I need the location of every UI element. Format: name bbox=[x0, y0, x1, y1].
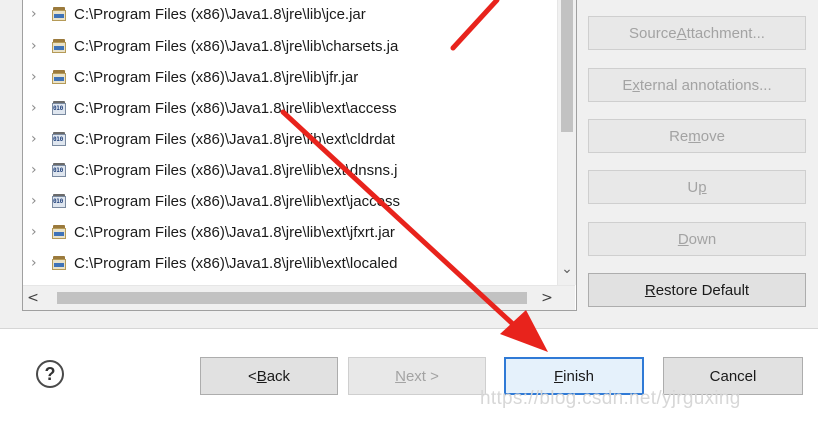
binary-jar-icon: 010 bbox=[51, 162, 67, 178]
chevron-right-icon[interactable]: › bbox=[31, 38, 51, 54]
jar-icon bbox=[51, 224, 67, 240]
external-annotations-button[interactable]: Ex ternal annotations... bbox=[588, 68, 806, 102]
tree-row-label: C:\Program Files (x86)\Java1.8\jre\lib\e… bbox=[74, 161, 398, 179]
tree-row[interactable]: › 010 C:\Program Files (x86)\Java1.8\jre… bbox=[23, 187, 556, 215]
mnemonic-letter: N bbox=[395, 367, 406, 385]
button-label-post: ext > bbox=[405, 367, 439, 385]
mnemonic-letter: R bbox=[644, 281, 656, 299]
tree-row-label: C:\Program Files (x86)\Java1.8\jre\lib\e… bbox=[74, 223, 395, 241]
horizontal-scrollbar[interactable]: < > bbox=[23, 285, 575, 310]
back-button[interactable]: < Back bbox=[200, 357, 338, 395]
tree-row[interactable]: › 010 C:\Program Files (x86)\Java1.8\jre… bbox=[23, 125, 556, 153]
tree-row[interactable]: › C:\Program Files (x86)\Java1.8\jre\lib… bbox=[23, 0, 556, 28]
chevron-right-icon[interactable]: › bbox=[31, 69, 51, 85]
jar-icon bbox=[51, 38, 67, 54]
scroll-right-icon[interactable]: > bbox=[537, 286, 557, 310]
button-label-pre: Source bbox=[629, 24, 677, 42]
tree-row[interactable]: › 010 C:\Program Files (x86)\Java1.8\jre… bbox=[23, 94, 556, 122]
tree-row-label: C:\Program Files (x86)\Java1.8\jre\lib\e… bbox=[74, 130, 395, 148]
tree-row[interactable]: › C:\Program Files (x86)\Java1.8\jre\lib… bbox=[23, 63, 556, 91]
tree-row-label: C:\Program Files (x86)\Java1.8\jre\lib\j… bbox=[74, 68, 359, 86]
remove-button[interactable]: Re m ove bbox=[588, 119, 806, 153]
jre-library-tree[interactable]: › C:\Program Files (x86)\Java1.8\jre\lib… bbox=[22, 0, 577, 311]
mnemonic-letter: D bbox=[677, 230, 689, 248]
scroll-down-icon[interactable]: ⌄ bbox=[558, 258, 576, 280]
chevron-right-icon[interactable]: › bbox=[31, 6, 51, 22]
help-icon[interactable]: ? bbox=[36, 360, 64, 388]
tree-row-label: C:\Program Files (x86)\Java1.8\jre\lib\c… bbox=[74, 37, 399, 55]
button-label-post: ternal annotations... bbox=[639, 76, 772, 94]
chevron-right-icon[interactable]: › bbox=[31, 162, 51, 178]
button-label-pre: < bbox=[247, 367, 257, 385]
source-attachment-button[interactable]: Source Attachment... bbox=[588, 16, 806, 50]
tree-list: › C:\Program Files (x86)\Java1.8\jre\lib… bbox=[23, 0, 556, 285]
button-label: Cancel bbox=[709, 367, 757, 385]
button-label-post: ack bbox=[266, 367, 291, 385]
button-label-post: own bbox=[688, 230, 717, 248]
button-label-post: ttachment... bbox=[686, 24, 765, 42]
binary-jar-icon: 010 bbox=[51, 100, 67, 116]
tree-row[interactable]: › 010 C:\Program Files (x86)\Java1.8\jre… bbox=[23, 156, 556, 184]
mnemonic-letter: B bbox=[256, 367, 267, 385]
button-label-pre: U bbox=[687, 178, 699, 196]
mnemonic-letter: A bbox=[676, 24, 687, 42]
tree-row[interactable]: › C:\Program Files (x86)\Java1.8\jre\lib… bbox=[23, 32, 556, 60]
jar-icon bbox=[51, 255, 67, 271]
button-label-post: estore Default bbox=[655, 281, 750, 299]
tree-row-label: C:\Program Files (x86)\Java1.8\jre\lib\e… bbox=[74, 254, 398, 272]
down-button[interactable]: Down bbox=[588, 222, 806, 256]
chevron-right-icon[interactable]: › bbox=[31, 100, 51, 116]
button-label-post: inish bbox=[563, 367, 595, 385]
scroll-left-icon[interactable]: < bbox=[23, 286, 43, 310]
tree-row-label: C:\Program Files (x86)\Java1.8\jre\lib\e… bbox=[74, 99, 397, 117]
dialog-content-area: › C:\Program Files (x86)\Java1.8\jre\lib… bbox=[0, 0, 818, 328]
footer-separator bbox=[0, 328, 818, 329]
binary-jar-icon: 010 bbox=[51, 131, 67, 147]
chevron-right-icon[interactable]: › bbox=[31, 131, 51, 147]
tree-row-label: C:\Program Files (x86)\Java1.8\jre\lib\j… bbox=[74, 5, 366, 23]
chevron-right-icon[interactable]: › bbox=[31, 255, 51, 271]
mnemonic-letter: p bbox=[698, 178, 707, 196]
watermark: https://blog.csdn.net/yjrguxing bbox=[480, 388, 741, 409]
vertical-scrollbar[interactable]: ⌄ bbox=[557, 0, 576, 285]
mnemonic-letter: m bbox=[688, 127, 701, 145]
button-label-pre: E bbox=[622, 76, 633, 94]
jar-icon bbox=[51, 6, 67, 22]
next-button[interactable]: Next > bbox=[348, 357, 486, 395]
mnemonic-letter: x bbox=[632, 76, 640, 94]
tree-row[interactable]: › C:\Program Files (x86)\Java1.8\jre\lib… bbox=[23, 218, 556, 246]
tree-row-label: C:\Program Files (x86)\Java1.8\jre\lib\e… bbox=[74, 192, 400, 210]
chevron-right-icon[interactable]: › bbox=[31, 193, 51, 209]
tree-row[interactable]: › C:\Program Files (x86)\Java1.8\jre\lib… bbox=[23, 249, 556, 277]
vertical-scroll-thumb[interactable] bbox=[561, 0, 573, 132]
chevron-right-icon[interactable]: › bbox=[31, 224, 51, 240]
jar-icon bbox=[51, 69, 67, 85]
up-button[interactable]: Up bbox=[588, 170, 806, 204]
button-label-post: ove bbox=[700, 127, 725, 145]
button-label-pre: Re bbox=[669, 127, 689, 145]
mnemonic-letter: F bbox=[553, 367, 564, 385]
binary-jar-icon: 010 bbox=[51, 193, 67, 209]
restore-default-button[interactable]: Restore Default bbox=[588, 273, 806, 307]
horizontal-scroll-thumb[interactable] bbox=[57, 292, 527, 304]
